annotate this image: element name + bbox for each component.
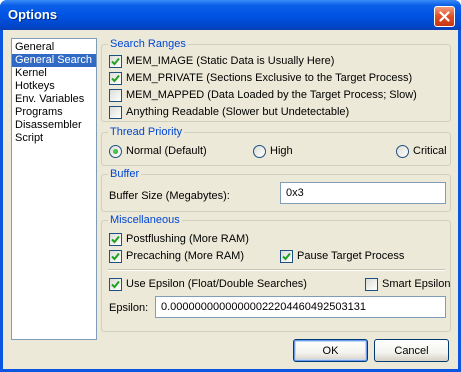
anything-readable-checkbox[interactable] — [109, 105, 122, 119]
precaching-label: Precaching (More RAM) — [126, 250, 244, 262]
buffer-title: Buffer — [108, 167, 142, 181]
close-icon — [439, 11, 450, 22]
smart-epsilon-label: Smart Epsilon — [382, 278, 451, 290]
smart-epsilon-option[interactable]: Smart Epsilon — [365, 277, 450, 291]
radio-dot-icon — [113, 148, 118, 154]
thread-priority-title: Thread Priority — [108, 125, 185, 139]
list-item-programs[interactable]: Programs — [12, 106, 96, 119]
mem-image-label: MEM_IMAGE (Static Data is Usually Here) — [126, 55, 335, 67]
miscellaneous-group: Miscellaneous Postflushing (More RAM) Pr… — [101, 213, 451, 332]
checkmark-icon — [111, 235, 120, 243]
mem-private-option[interactable]: MEM_PRIVATE (Sections Exclusive to the T… — [109, 71, 412, 85]
checkmark-icon — [111, 57, 120, 65]
search-ranges-group: Search Ranges MEM_IMAGE (Static Data is … — [101, 37, 451, 122]
thread-priority-group: Thread Priority Normal (Default) High Cr… — [101, 125, 451, 166]
mem-mapped-label: MEM_MAPPED (Data Loaded by the Target Pr… — [126, 89, 417, 101]
priority-critical-option[interactable]: Critical — [396, 144, 447, 158]
category-list[interactable]: General General Search Kernel Hotkeys En… — [11, 38, 97, 340]
list-item-general-search[interactable]: General Search — [12, 54, 96, 67]
mem-private-label: MEM_PRIVATE (Sections Exclusive to the T… — [126, 72, 413, 84]
options-dialog: Options General General Search Kernel Ho… — [0, 0, 461, 372]
priority-normal-option[interactable]: Normal (Default) — [109, 144, 207, 158]
priority-high-option[interactable]: High — [253, 144, 293, 158]
precaching-checkbox[interactable] — [109, 249, 122, 263]
mem-mapped-option[interactable]: MEM_MAPPED (Data Loaded by the Target Pr… — [109, 88, 417, 102]
priority-high-radio[interactable] — [253, 144, 266, 158]
smart-epsilon-checkbox[interactable] — [365, 277, 378, 291]
buffer-size-input[interactable]: 0x3 — [280, 182, 446, 204]
use-epsilon-label: Use Epsilon (Float/Double Searches) — [126, 278, 307, 290]
pause-target-option[interactable]: Pause Target Process — [280, 249, 404, 263]
cancel-button[interactable]: Cancel — [374, 339, 449, 362]
list-item-script[interactable]: Script — [12, 132, 96, 145]
checkmark-icon — [111, 74, 120, 82]
precaching-option[interactable]: Precaching (More RAM) — [109, 249, 244, 263]
buffer-group: Buffer Buffer Size (Megabytes): 0x3 — [101, 167, 451, 212]
checkmark-icon — [282, 252, 291, 260]
list-item-hotkeys[interactable]: Hotkeys — [12, 80, 96, 93]
buffer-size-row: Buffer Size (Megabytes): — [109, 189, 230, 203]
postflushing-label: Postflushing (More RAM) — [126, 233, 249, 245]
buffer-size-label: Buffer Size (Megabytes): — [109, 190, 230, 202]
epsilon-row: Epsilon: — [109, 301, 148, 315]
miscellaneous-title: Miscellaneous — [108, 213, 182, 227]
priority-high-label: High — [270, 145, 293, 157]
epsilon-input[interactable]: 0.00000000000000022204460492503131 — [155, 296, 446, 318]
pause-target-label: Pause Target Process — [297, 250, 405, 262]
dialog-client-area: General General Search Kernel Hotkeys En… — [3, 30, 458, 369]
window-title: Options — [8, 7, 58, 22]
misc-divider — [108, 269, 445, 271]
postflushing-checkbox[interactable] — [109, 232, 122, 246]
mem-mapped-checkbox[interactable] — [109, 88, 122, 102]
list-item-env-variables[interactable]: Env. Variables — [12, 93, 96, 106]
anything-readable-option[interactable]: Anything Readable (Slower but Undetectab… — [109, 105, 349, 119]
priority-critical-label: Critical — [413, 145, 447, 157]
use-epsilon-option[interactable]: Use Epsilon (Float/Double Searches) — [109, 277, 307, 291]
ok-button[interactable]: OK — [293, 339, 368, 362]
pause-target-checkbox[interactable] — [280, 249, 293, 263]
checkmark-icon — [111, 280, 120, 288]
mem-image-option[interactable]: MEM_IMAGE (Static Data is Usually Here) — [109, 54, 334, 68]
list-item-general[interactable]: General — [12, 41, 96, 54]
search-ranges-title: Search Ranges — [108, 37, 188, 51]
postflushing-option[interactable]: Postflushing (More RAM) — [109, 232, 249, 246]
anything-readable-label: Anything Readable (Slower but Undetectab… — [126, 106, 350, 118]
priority-normal-radio[interactable] — [109, 144, 122, 158]
epsilon-label: Epsilon: — [109, 302, 149, 314]
use-epsilon-checkbox[interactable] — [109, 277, 122, 291]
title-bar[interactable]: Options — [0, 0, 461, 30]
checkmark-icon — [111, 252, 120, 260]
mem-image-checkbox[interactable] — [109, 54, 122, 68]
priority-normal-label: Normal (Default) — [126, 145, 207, 157]
mem-private-checkbox[interactable] — [109, 71, 122, 85]
list-item-disassembler[interactable]: Disassembler — [12, 119, 96, 132]
priority-critical-radio[interactable] — [396, 144, 409, 158]
close-button[interactable] — [434, 6, 455, 27]
list-item-kernel[interactable]: Kernel — [12, 67, 96, 80]
